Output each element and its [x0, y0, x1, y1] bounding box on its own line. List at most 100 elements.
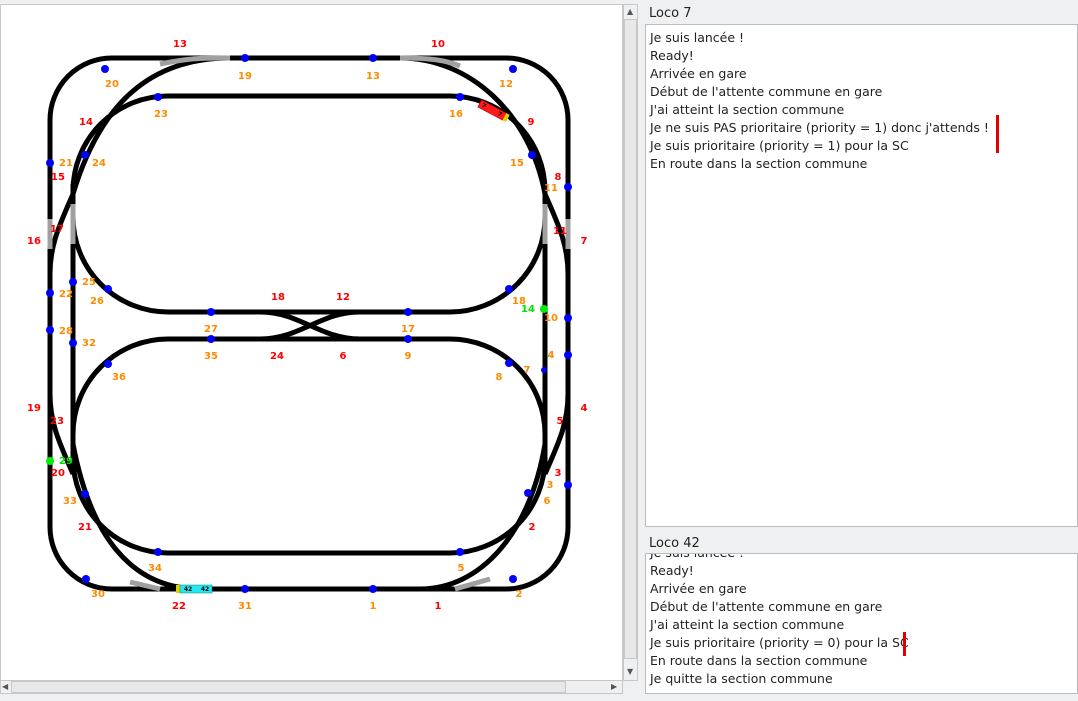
sensor-dot[interactable] — [369, 54, 377, 62]
loco-42-log[interactable]: Je suis lancée ! Ready! Arrivée en gare … — [645, 553, 1078, 694]
log-line: Arrivée en gare — [650, 66, 747, 81]
sensor-dot-active[interactable] — [540, 305, 548, 313]
sensor-label: 22 — [59, 289, 73, 300]
block-label: 2 — [529, 522, 536, 533]
sensor-dot[interactable] — [564, 314, 572, 322]
horizontal-scrollbar[interactable]: ◀ ▶ — [0, 680, 623, 694]
sensor-dot[interactable] — [207, 335, 215, 343]
sensor-dot[interactable] — [46, 159, 54, 167]
block-label: 3 — [555, 468, 562, 479]
sensor-label: 5 — [458, 563, 465, 574]
loco-7-title: Loco 7 — [649, 6, 692, 21]
sensor-dot[interactable] — [154, 548, 162, 556]
track-layout[interactable]: 20 19 13 12 23 16 21 24 15 11 25 22 26 2… — [0, 0, 623, 677]
sensor-dot[interactable] — [524, 489, 532, 497]
block-label: 16 — [27, 236, 41, 247]
sensor-dot[interactable] — [564, 481, 572, 489]
sensor-dot[interactable] — [46, 289, 54, 297]
sensor-dot[interactable] — [528, 151, 536, 159]
sensor-dot[interactable] — [46, 326, 54, 334]
log-line: Je suis lancée ! — [650, 30, 745, 45]
sensor-label: 36 — [112, 372, 126, 383]
sensor-label: 12 — [499, 79, 513, 90]
sensor-dot[interactable] — [154, 93, 162, 101]
sensor-dot[interactable] — [505, 359, 513, 367]
loco-42[interactable]: 42 42 — [176, 584, 213, 594]
block-label: 22 — [172, 601, 186, 612]
block-label: 19 — [27, 403, 41, 414]
sensor-dot[interactable] — [509, 575, 517, 583]
panel-splitter[interactable] — [639, 0, 644, 701]
sensor-dot[interactable] — [456, 548, 464, 556]
scroll-down-arrow-icon[interactable]: ▼ — [627, 667, 633, 677]
sensor-dot[interactable] — [207, 308, 215, 316]
sensor-dot[interactable] — [69, 339, 77, 347]
log-line: J'ai atteint la section commune — [650, 102, 845, 117]
log-line: Je quitte la section commune — [650, 671, 833, 686]
highlight-marker — [903, 632, 906, 656]
sensor-dot[interactable] — [564, 183, 572, 191]
sensor-label: 13 — [366, 71, 380, 82]
block-label: 8 — [555, 172, 562, 183]
active-sensor-label: 29 — [59, 456, 73, 467]
loco-7-log[interactable]: Je suis lancée ! Ready! Arrivée en gare … — [645, 24, 1078, 527]
right-lower-crossover-track — [542, 393, 571, 475]
scroll-up-arrow-icon[interactable]: ▲ — [627, 7, 633, 17]
scroll-left-arrow-icon[interactable]: ◀ — [2, 682, 8, 692]
block-label: 21 — [78, 522, 92, 533]
sensor-dot[interactable] — [564, 351, 572, 359]
sensor-label: 15 — [510, 158, 524, 169]
sensor-label: 32 — [82, 338, 96, 349]
sensor-dot[interactable] — [104, 360, 112, 368]
scroll-right-arrow-icon[interactable]: ▶ — [611, 682, 617, 692]
sensor-dot[interactable] — [505, 285, 513, 293]
block-label: 17 — [50, 224, 64, 235]
log-line: Je suis prioritaire (priority = 1) pour … — [650, 138, 909, 153]
sensor-label: 33 — [63, 496, 77, 507]
sensor-dot[interactable] — [101, 65, 109, 73]
sensor-dot[interactable] — [241, 54, 249, 62]
sensor-dot-active[interactable] — [46, 457, 54, 465]
log-line: J'ai atteint la section commune — [650, 617, 845, 632]
sensor-label: 9 — [405, 351, 412, 362]
upper-inner-loop-track — [70, 93, 548, 315]
vertical-scrollbar[interactable]: ▲ ▼ — [623, 4, 638, 681]
block-label: 9 — [528, 117, 535, 128]
layout-view[interactable]: 20 19 13 12 23 16 21 24 15 11 25 22 26 2… — [0, 4, 623, 681]
block-label: 24 — [270, 351, 284, 362]
top-right-diverging-track — [399, 55, 548, 195]
sensor-dot[interactable] — [509, 65, 517, 73]
sensor-dot[interactable] — [369, 585, 377, 593]
sensor-dot[interactable] — [404, 308, 412, 316]
horizontal-scroll-thumb[interactable] — [11, 681, 566, 693]
sensor-label: 1 — [370, 601, 377, 612]
sensor-label: 20 — [105, 79, 119, 90]
sensor-dot[interactable] — [241, 585, 249, 593]
block-label: 5 — [557, 416, 564, 427]
vertical-scroll-thumb[interactable] — [624, 19, 637, 659]
block-label: 15 — [51, 172, 65, 183]
block-label: 7 — [581, 236, 588, 247]
sensor-label: 31 — [238, 601, 252, 612]
sensor-dot[interactable] — [81, 151, 89, 159]
block-label: 11 — [553, 226, 567, 237]
sensor-dot[interactable] — [404, 335, 412, 343]
log-line: Ready! — [650, 48, 694, 63]
log-line: Je suis lancée ! — [650, 554, 1077, 562]
sensor-dot[interactable] — [456, 93, 464, 101]
sensor-dot[interactable] — [82, 575, 90, 583]
sensor-label: 6 — [544, 496, 551, 507]
log-line: Je suis prioritaire (priority = 0) pour … — [650, 635, 909, 650]
sensor-label: 21 — [59, 158, 73, 169]
log-line: Début de l'attente commune en gare — [650, 599, 883, 614]
loco-id-label: 42 — [184, 586, 192, 593]
loco-id-label: 42 — [201, 586, 209, 593]
sensor-label: 4 — [548, 350, 555, 361]
sensor-dot[interactable] — [69, 278, 77, 286]
block-label: 6 — [340, 351, 347, 362]
sensor-dot[interactable] — [104, 285, 112, 293]
sensor-dot[interactable] — [541, 367, 547, 373]
sensor-dot[interactable] — [81, 490, 89, 498]
sensor-label: 35 — [204, 351, 218, 362]
sensor-label: 10 — [544, 313, 558, 324]
